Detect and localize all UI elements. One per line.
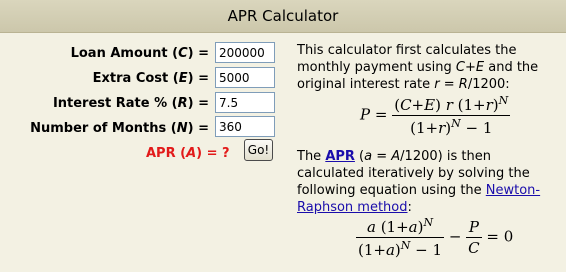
- newton-equation: a (1+a)N (1+a)N − 1 − PC = 0: [356, 216, 514, 259]
- description-text: /1200:: [467, 77, 510, 92]
- apr-link[interactable]: APR: [325, 149, 355, 164]
- apr-result-var: A: [186, 146, 197, 161]
- loan-amount-var: C: [178, 46, 188, 61]
- go-button[interactable]: Go!: [244, 139, 273, 161]
- loan-amount-input[interactable]: [215, 42, 275, 63]
- extra-cost-row: Extra Cost (E) =: [0, 68, 209, 90]
- description-r: r = R: [434, 77, 468, 92]
- description-a: a = A: [364, 149, 401, 164]
- interest-rate-label-text: Interest Rate %: [52, 96, 168, 111]
- apr-result: APR (A) = ?: [146, 146, 230, 161]
- months-row: Number of Months (N) =: [0, 118, 209, 140]
- extra-cost-var: E: [178, 71, 188, 86]
- description-paragraph-2: The APR (a = A/1200) is then calculated …: [297, 148, 555, 216]
- months-input[interactable]: [215, 116, 275, 137]
- apr-result-value: ?: [222, 146, 230, 161]
- description-ce: C+E: [455, 60, 485, 75]
- interest-rate-input[interactable]: [215, 92, 275, 113]
- interest-rate-var: R: [177, 96, 188, 111]
- loan-amount-row: Loan Amount (C) =: [0, 43, 209, 65]
- months-label: Number of Months (N) =: [30, 121, 209, 136]
- loan-amount-label-text: Loan Amount: [70, 46, 168, 61]
- months-var: N: [176, 121, 188, 136]
- loan-amount-label: Loan Amount (C) =: [70, 46, 209, 61]
- apr-result-label: APR: [146, 146, 176, 161]
- interest-rate-row: Interest Rate % (R) =: [0, 93, 209, 115]
- description-text: The: [297, 149, 326, 164]
- extra-cost-label-text: Extra Cost: [92, 71, 169, 86]
- interest-rate-label: Interest Rate % (R) =: [52, 96, 209, 111]
- payment-formula: P = (C+E) r (1+r)N (1+r)N − 1: [360, 94, 511, 137]
- description-paragraph-1: This calculator first calculates the mon…: [297, 42, 555, 93]
- months-label-text: Number of Months: [30, 121, 167, 136]
- extra-cost-label: Extra Cost (E) =: [92, 71, 209, 86]
- description-text: (: [354, 149, 365, 164]
- description-text: :: [407, 200, 412, 215]
- extra-cost-input[interactable]: [215, 67, 275, 88]
- page-title: APR Calculator: [0, 0, 566, 33]
